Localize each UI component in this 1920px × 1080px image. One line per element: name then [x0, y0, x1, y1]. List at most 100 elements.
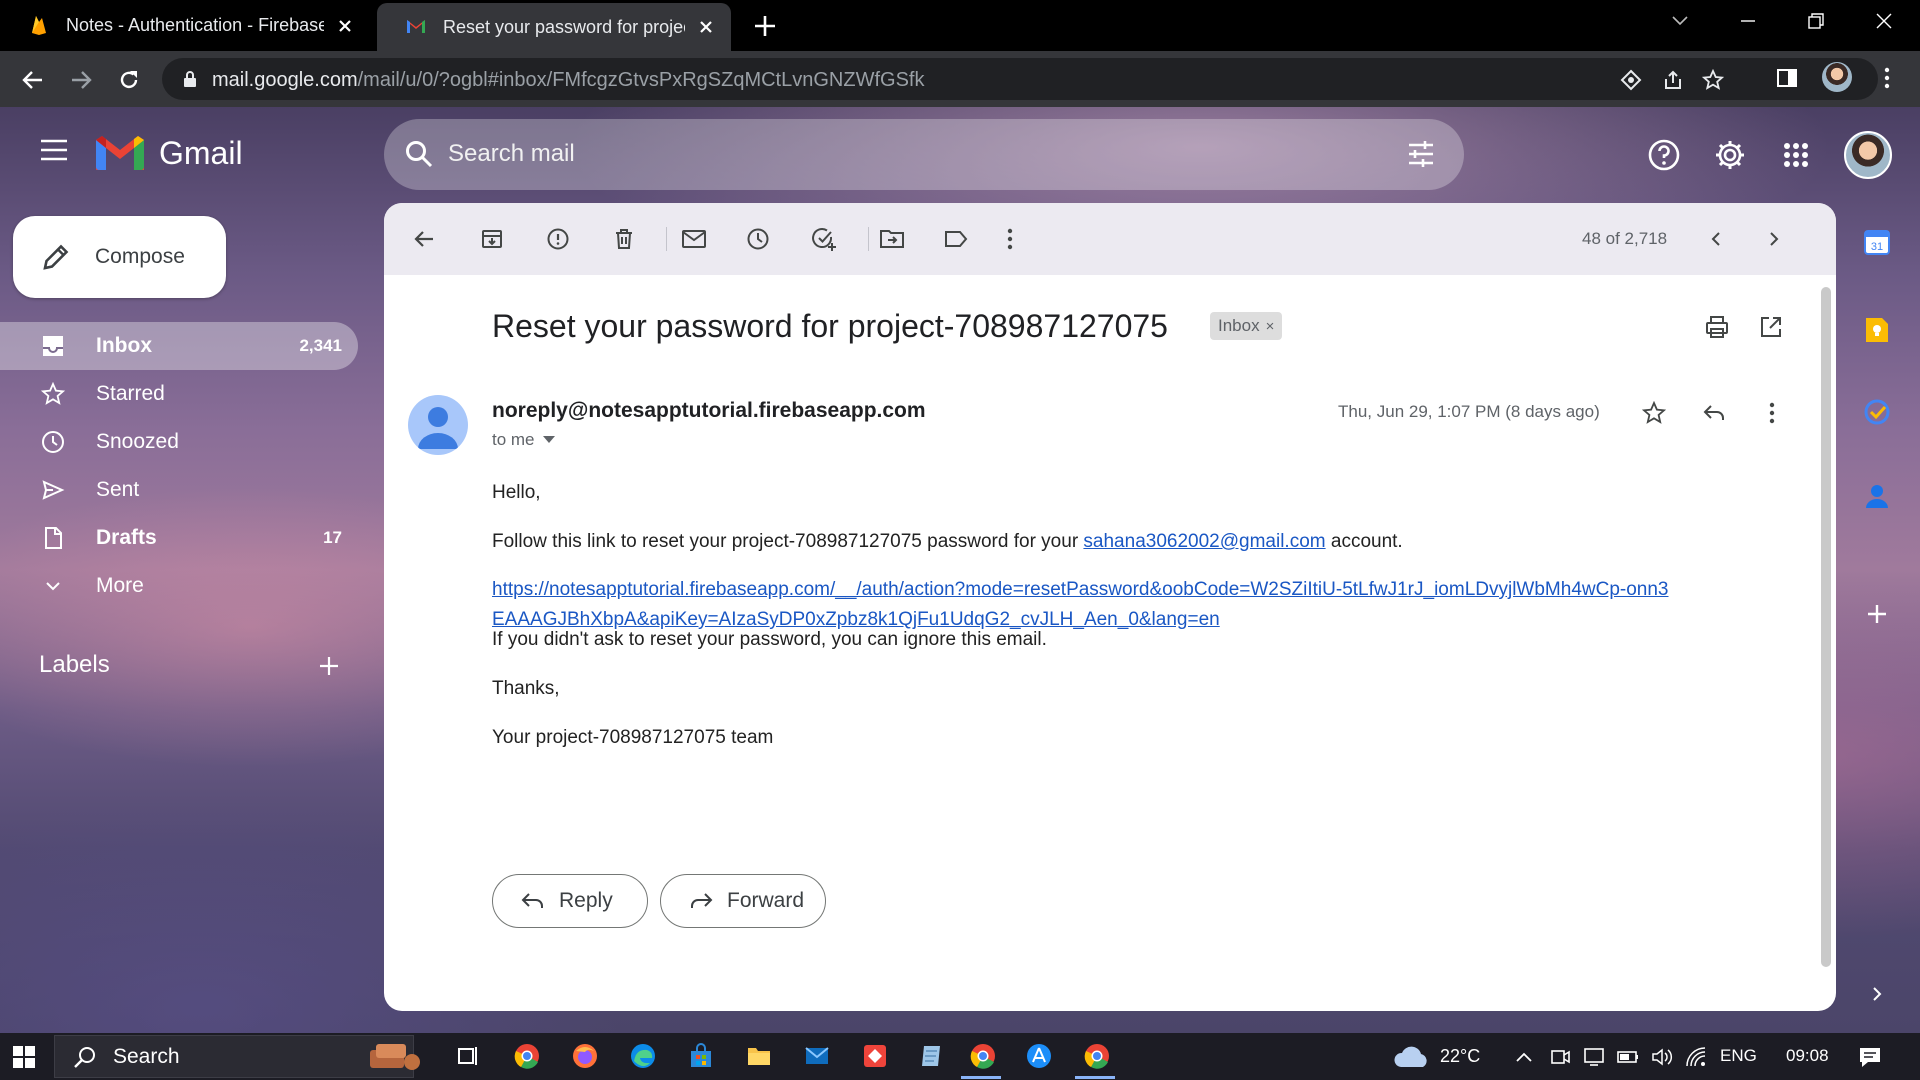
- mark-unread-icon[interactable]: [680, 225, 708, 253]
- reset-password-link[interactable]: https://notesapptutorial.firebaseapp.com…: [492, 579, 1669, 630]
- volume-icon[interactable]: [1650, 1045, 1674, 1069]
- reply-button[interactable]: Reply: [492, 874, 648, 928]
- settings-gear-icon[interactable]: [1712, 137, 1748, 173]
- message-scrollbar[interactable]: [1821, 287, 1831, 967]
- main-menu-icon[interactable]: [38, 134, 70, 166]
- search-highlight-icon[interactable]: [368, 1041, 422, 1071]
- caret-down-icon[interactable]: [542, 436, 555, 444]
- archive-icon[interactable]: [478, 225, 506, 253]
- weather-temp[interactable]: 22°C: [1440, 1046, 1480, 1067]
- file-explorer-icon[interactable]: [744, 1041, 774, 1071]
- new-tab-icon[interactable]: [752, 13, 778, 39]
- active-indicator: [1075, 1076, 1115, 1079]
- account-email-link[interactable]: sahana3062002@gmail.com: [1083, 531, 1325, 552]
- snooze-icon[interactable]: [744, 225, 772, 253]
- sidebar-item-drafts[interactable]: Drafts 17: [0, 514, 358, 562]
- lens-icon[interactable]: [1618, 67, 1644, 93]
- close-window-icon[interactable]: [1854, 0, 1914, 42]
- display-icon[interactable]: [1582, 1045, 1606, 1069]
- weather-cloud-icon[interactable]: [1392, 1045, 1432, 1069]
- support-icon[interactable]: [1646, 137, 1682, 173]
- print-icon[interactable]: [1704, 314, 1730, 340]
- star-email-icon[interactable]: [1640, 399, 1668, 427]
- bookmark-star-icon[interactable]: [1700, 67, 1726, 93]
- gmail-logo-icon[interactable]: [96, 136, 144, 172]
- profile-avatar[interactable]: [1822, 62, 1852, 92]
- delete-icon[interactable]: [610, 225, 638, 253]
- sidebar-item-snoozed[interactable]: Snoozed: [0, 418, 358, 466]
- chrome-app-icon[interactable]: [512, 1041, 542, 1071]
- keep-icon[interactable]: [1862, 315, 1892, 345]
- older-chevron-icon[interactable]: [1760, 225, 1788, 253]
- inbox-label-chip[interactable]: Inbox ×: [1210, 312, 1283, 340]
- add-label-icon[interactable]: [318, 655, 340, 677]
- recipient-details[interactable]: to me: [492, 430, 555, 450]
- chrome-active-icon[interactable]: [1082, 1041, 1112, 1071]
- search-options-icon[interactable]: [1406, 139, 1436, 169]
- forward-arrow-icon[interactable]: [66, 65, 96, 95]
- back-to-inbox-icon[interactable]: [410, 225, 438, 253]
- label-icon[interactable]: [942, 225, 970, 253]
- notifications-icon[interactable]: [1858, 1045, 1882, 1069]
- get-addons-icon[interactable]: [1862, 599, 1892, 629]
- battery-icon[interactable]: [1616, 1045, 1640, 1069]
- move-to-icon[interactable]: [878, 225, 906, 253]
- restore-icon[interactable]: [1786, 0, 1846, 42]
- app-store-icon[interactable]: [1024, 1041, 1054, 1071]
- tasks-icon[interactable]: [1862, 397, 1892, 427]
- report-spam-icon[interactable]: [544, 225, 572, 253]
- sidebar-item-inbox[interactable]: Inbox 2,341: [0, 322, 358, 370]
- firefox-icon[interactable]: [570, 1041, 600, 1071]
- back-arrow-icon[interactable]: [18, 65, 48, 95]
- address-bar[interactable]: mail.google.com/mail/u/0/?ogbl#inbox/FMf…: [162, 58, 1878, 100]
- clock-time[interactable]: 09:08: [1786, 1046, 1829, 1066]
- account-avatar[interactable]: [1844, 131, 1892, 179]
- search-icon[interactable]: [404, 139, 434, 169]
- edge-icon[interactable]: [628, 1041, 658, 1071]
- contacts-icon[interactable]: [1862, 481, 1892, 511]
- tab-gmail[interactable]: Reset your password for project-: [377, 3, 731, 51]
- reload-icon[interactable]: [114, 65, 144, 95]
- side-panel-icon[interactable]: [1772, 63, 1802, 93]
- sender-email[interactable]: noreply@notesapptutorial.firebaseapp.com: [492, 399, 926, 423]
- sender-avatar[interactable]: [408, 395, 468, 455]
- message-more-icon[interactable]: [1758, 399, 1786, 427]
- tray-chevron-up-icon[interactable]: [1512, 1045, 1536, 1069]
- forward-button[interactable]: Forward: [660, 874, 826, 928]
- add-task-icon[interactable]: [810, 225, 838, 253]
- sidebar-item-starred[interactable]: Starred: [0, 370, 358, 418]
- close-tab-icon[interactable]: [695, 16, 717, 38]
- search-input[interactable]: [448, 133, 1348, 175]
- close-tab-icon[interactable]: [334, 15, 356, 37]
- reply-icon[interactable]: [1700, 399, 1728, 427]
- sidebar-item-sent[interactable]: Sent: [0, 466, 358, 514]
- store-icon[interactable]: [686, 1041, 716, 1071]
- apps-grid-icon[interactable]: [1778, 137, 1814, 173]
- remove-label-icon[interactable]: ×: [1266, 318, 1275, 335]
- more-options-icon[interactable]: [996, 225, 1024, 253]
- calendar-icon[interactable]: 31: [1862, 227, 1892, 257]
- anydesk-icon[interactable]: [860, 1041, 890, 1071]
- gmail-brand[interactable]: Gmail: [159, 135, 243, 172]
- language-indicator[interactable]: ENG: [1720, 1046, 1757, 1066]
- expand-side-panel-icon[interactable]: [1862, 979, 1892, 1009]
- meet-now-icon[interactable]: [1548, 1045, 1572, 1069]
- compose-button[interactable]: Compose: [13, 216, 226, 298]
- chrome-menu-icon[interactable]: [1872, 63, 1902, 93]
- minimize-icon[interactable]: [1718, 0, 1778, 42]
- open-new-window-icon[interactable]: [1758, 314, 1784, 340]
- search-bar[interactable]: [384, 119, 1464, 190]
- body-line-1: Follow this link to reset your project-7…: [492, 531, 1403, 552]
- windows-start-icon[interactable]: [12, 1045, 36, 1069]
- tab-firebase[interactable]: Notes - Authentication - Firebase: [0, 0, 370, 51]
- wifi-icon[interactable]: [1684, 1045, 1708, 1069]
- chrome-profile-icon[interactable]: [968, 1041, 998, 1071]
- tab-search-icon[interactable]: [1650, 0, 1710, 42]
- share-icon[interactable]: [1660, 67, 1686, 93]
- taskbar-search[interactable]: Search: [54, 1035, 414, 1078]
- task-view-icon[interactable]: [454, 1041, 484, 1071]
- mail-app-icon[interactable]: [802, 1041, 832, 1071]
- notes-app-icon[interactable]: [916, 1041, 946, 1071]
- newer-chevron-icon[interactable]: [1702, 225, 1730, 253]
- sidebar-item-more[interactable]: More: [0, 562, 358, 610]
